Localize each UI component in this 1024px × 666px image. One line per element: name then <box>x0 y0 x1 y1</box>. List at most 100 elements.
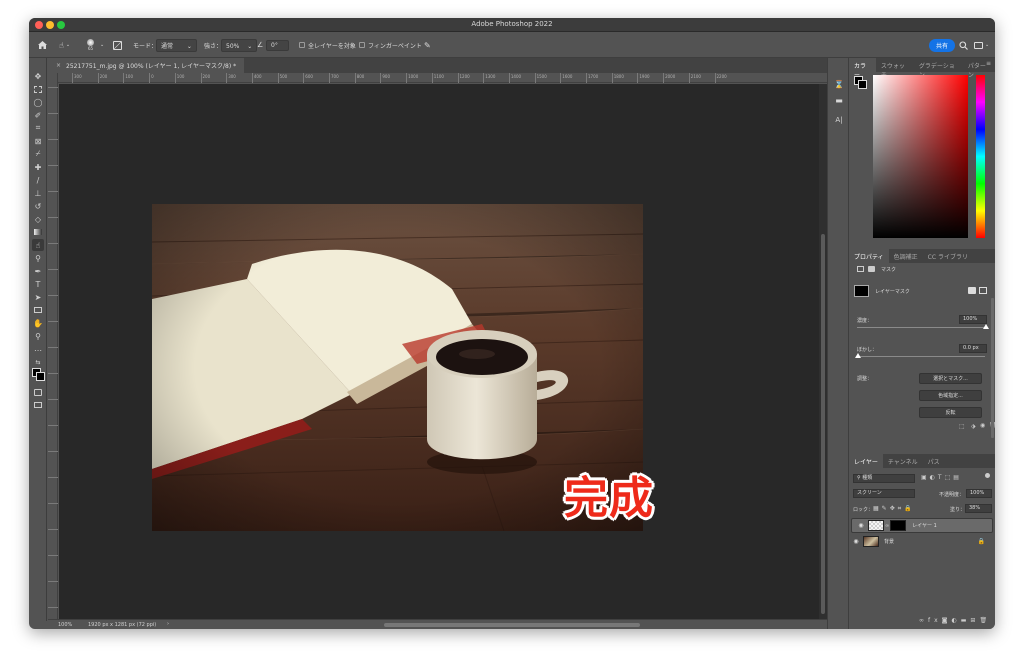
feather-slider-handle[interactable] <box>855 353 861 358</box>
tab-channels[interactable]: チャンネル <box>883 454 923 468</box>
opacity-field[interactable]: 100% <box>966 489 992 498</box>
layer-row[interactable]: ◉ ∞ レイヤー 1 <box>851 518 993 533</box>
density-slider-handle[interactable] <box>983 324 989 329</box>
color-field[interactable] <box>873 75 968 238</box>
mode-select[interactable]: 通常 ⌄ <box>156 38 197 52</box>
layer-row[interactable]: ◉ 背景 🔒 <box>851 534 993 549</box>
status-menu-arrow[interactable]: › <box>167 621 169 627</box>
frame-tool-icon[interactable]: ⊠ <box>32 135 44 147</box>
search-icon[interactable] <box>959 32 968 58</box>
history-panel-icon[interactable]: ⌛ <box>833 78 845 90</box>
color-bg-swatch[interactable] <box>858 80 867 89</box>
filter-icons[interactable]: ▣◐T⬚▤ <box>921 474 962 481</box>
home-icon[interactable] <box>37 32 48 58</box>
brush-settings-icon[interactable] <box>113 32 122 58</box>
hand-tool-icon[interactable]: ✋ <box>32 317 44 329</box>
move-tool-icon[interactable]: ✥ <box>32 70 44 82</box>
invert-button[interactable]: 反転 <box>919 407 982 418</box>
tab-cc-libraries[interactable]: CC ライブラリ <box>923 249 973 263</box>
feather-field[interactable]: 0.0 px <box>959 344 987 353</box>
history-brush-tool-icon[interactable]: ↺ <box>32 200 44 212</box>
apply-mask-icon[interactable]: ⬗ <box>971 423 976 430</box>
chain-link-icon[interactable]: ∞ <box>885 523 889 529</box>
zoom-level[interactable]: 100% <box>58 622 72 628</box>
density-field[interactable]: 100% <box>959 315 987 324</box>
workspace-icon[interactable]: ⌄ <box>974 32 989 58</box>
brush-tool-icon[interactable]: / <box>32 174 44 186</box>
layer-mask-thumbnail[interactable] <box>890 520 907 531</box>
smudge-tool-icon[interactable]: ☝ <box>32 239 44 251</box>
delete-layer-icon[interactable]: 🗑 <box>979 617 991 624</box>
tab-layers[interactable]: レイヤー <box>849 454 883 468</box>
panel-menu-icon[interactable]: ≡ <box>986 60 991 67</box>
horizontal-scroll-thumb[interactable] <box>384 623 640 627</box>
fill-field[interactable]: 38% <box>965 504 992 513</box>
vector-mask-icon[interactable] <box>868 266 875 272</box>
select-vector-mask-icon[interactable] <box>979 287 987 294</box>
path-selection-tool-icon[interactable]: ➤ <box>32 291 44 303</box>
dodge-tool-icon[interactable]: ⚲ <box>32 252 44 264</box>
marquee-tool-icon[interactable] <box>32 83 44 95</box>
properties-scrollbar[interactable] <box>991 298 994 438</box>
tab-gradients[interactable]: グラデーション <box>914 58 963 79</box>
layer-filter-select[interactable]: ⚲ 種類 <box>853 474 915 483</box>
strength-field[interactable]: 50% ⌄ <box>221 38 258 52</box>
pressure-icon[interactable]: ✎ <box>424 32 431 58</box>
comments-panel-icon[interactable]: ▬ <box>833 94 845 106</box>
pen-tool-icon[interactable]: ✒ <box>32 265 44 277</box>
layer-visibility-eye-icon[interactable]: ◉ <box>851 538 861 545</box>
eyedropper-tool-icon[interactable]: ⌿ <box>32 148 44 160</box>
healing-brush-tool-icon[interactable]: ✚ <box>32 161 44 173</box>
quick-select-tool-icon[interactable]: ✐ <box>32 109 44 121</box>
pixel-mask-icon[interactable] <box>857 266 864 272</box>
swap-colors-icon[interactable]: ⇆ <box>32 356 44 368</box>
density-slider[interactable] <box>857 327 985 328</box>
group-icon[interactable]: ▬ <box>961 617 971 624</box>
sample-all-layers-checkbox[interactable] <box>299 42 305 48</box>
link-layers-icon[interactable]: ∞ <box>919 617 928 624</box>
zoom-tool-icon[interactable]: ⚲ <box>32 330 44 342</box>
background-color-swatch[interactable] <box>36 372 45 381</box>
blend-mode-select[interactable]: スクリーン <box>853 489 915 498</box>
tab-color[interactable]: カラー <box>849 58 876 79</box>
tab-swatches[interactable]: スウォッチ <box>876 58 914 79</box>
angle-field[interactable]: 0° <box>266 39 289 51</box>
type-tool-icon[interactable]: T <box>32 278 44 290</box>
layer-visibility-eye-icon[interactable]: ◉ <box>856 522 866 529</box>
gradient-tool-icon[interactable] <box>32 226 44 238</box>
visibility-mask-icon[interactable]: ◉ <box>980 422 985 429</box>
close-tab-icon[interactable]: × <box>56 62 61 69</box>
feather-slider[interactable] <box>857 356 985 357</box>
share-button[interactable]: 共有 <box>929 38 956 52</box>
more-tools-icon[interactable]: ⋯ <box>32 344 44 356</box>
select-pixel-mask-icon[interactable] <box>968 287 976 294</box>
finger-paint-checkbox[interactable] <box>359 42 365 48</box>
eraser-tool-icon[interactable]: ◇ <box>32 213 44 225</box>
character-panel-icon[interactable]: A| <box>833 114 845 126</box>
select-and-mask-button[interactable]: 選択とマスク... <box>919 373 982 384</box>
smudge-tool-preset-icon[interactable]: ☝ ⌄ <box>59 32 70 58</box>
fx-icon[interactable]: fx <box>928 617 942 624</box>
lock-icons[interactable]: ▦✎✥⌗🔒 <box>873 505 915 513</box>
brush-preset-picker[interactable]: 65 <box>87 32 94 58</box>
lasso-tool-icon[interactable]: ◯ <box>32 96 44 108</box>
brush-preset-chevron-icon[interactable]: ⌄ <box>100 32 104 58</box>
rectangle-tool-icon[interactable] <box>32 304 44 316</box>
color-range-button[interactable]: 色域指定... <box>919 390 982 401</box>
vertical-scroll-thumb[interactable] <box>821 234 825 614</box>
tab-adjustments[interactable]: 色調補正 <box>889 249 923 263</box>
adjustment-layer-icon[interactable]: ◐ <box>952 617 961 624</box>
add-mask-icon[interactable]: ◙ <box>942 617 952 624</box>
vertical-scrollbar[interactable] <box>819 84 827 619</box>
canvas-area[interactable]: 完成 <box>59 84 819 619</box>
hue-slider[interactable] <box>976 75 985 238</box>
filter-toggle-icon[interactable] <box>985 473 990 478</box>
crop-tool-icon[interactable]: ⌗ <box>32 122 44 134</box>
quick-mask-icon[interactable] <box>32 386 44 398</box>
document-tab[interactable]: × 25217751_m.jpg @ 100% (レイヤー 1, レイヤーマスク… <box>48 58 245 73</box>
tab-properties[interactable]: プロパティ <box>849 249 889 263</box>
screen-mode-icon[interactable] <box>32 399 44 411</box>
load-selection-icon[interactable]: ⬚ <box>959 423 965 430</box>
clone-stamp-tool-icon[interactable]: ⊥ <box>32 187 44 199</box>
tab-paths[interactable]: パス <box>923 454 945 468</box>
